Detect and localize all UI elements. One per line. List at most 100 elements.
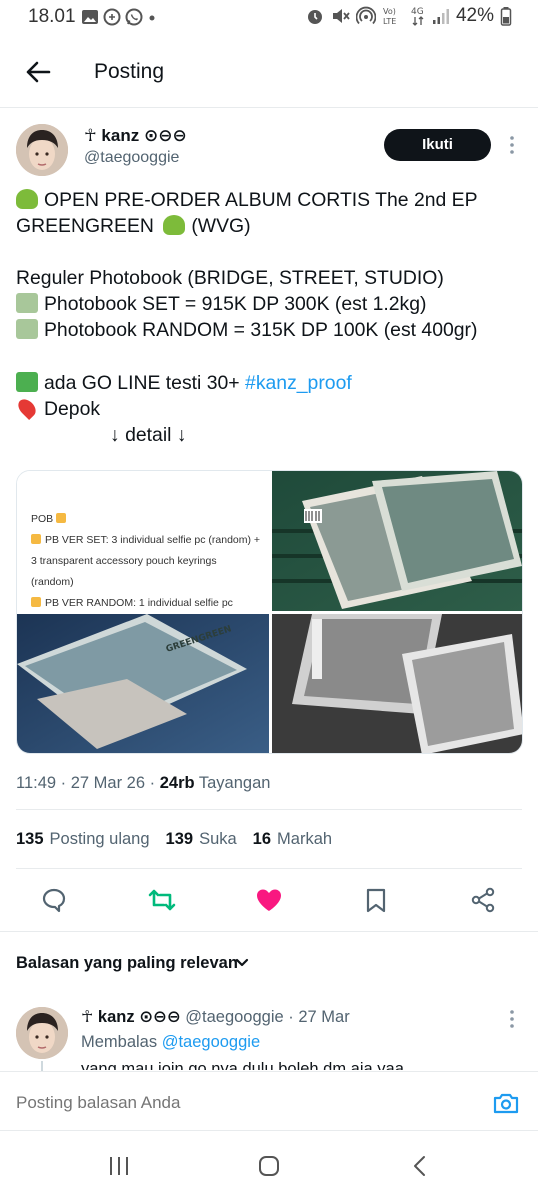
bookmark-button[interactable] (361, 885, 391, 915)
reply-date: 27 Mar (298, 1008, 350, 1026)
message-icon (103, 8, 121, 26)
reposts-stat[interactable]: 135 Posting ulang (16, 830, 150, 849)
mute-icon (332, 9, 350, 23)
author-prefix-symbol: ☥ (84, 126, 97, 145)
battery-text: 42% (455, 5, 494, 26)
replying-to: Membalas @taegooggie (81, 1033, 261, 1051)
reply-button[interactable] (39, 885, 69, 915)
more-vertical-icon (510, 136, 514, 154)
signal-icon (432, 9, 449, 24)
post-line: Photobook SET = 915K DP 300K (est 1.2kg) (16, 291, 526, 317)
media-tile-album-blue[interactable]: GREENGREEN (17, 614, 269, 753)
pob-title: POB (31, 509, 261, 530)
camera-icon (493, 1093, 519, 1114)
reply-header: ☥ kanz ⊙⊖⊖ @taegooggie · 27 Mar (81, 1008, 350, 1026)
home-button[interactable] (249, 1151, 289, 1181)
post-date: 27 Mar 26 (70, 774, 146, 792)
system-icons: Vo) LTE 4G 42% (306, 5, 512, 27)
media-tile-album-green[interactable] (272, 471, 522, 611)
hotspot-icon (355, 6, 376, 25)
more-options-button[interactable] (502, 135, 522, 155)
home-icon (259, 1156, 279, 1176)
arrow-left-icon (26, 61, 51, 83)
network-4g-icon: 4G (411, 7, 424, 26)
system-back-button[interactable] (400, 1151, 440, 1181)
reply-author-avatar[interactable] (16, 1007, 68, 1059)
recent-apps-button[interactable] (99, 1151, 139, 1181)
post-line: Reguler Photobook (BRIDGE, STREET, STUDI… (16, 267, 444, 290)
money-icon (16, 319, 38, 340)
repost-button[interactable] (147, 885, 177, 915)
post-line: ↓ detail ↓ (110, 423, 187, 446)
page-title: Posting (94, 60, 165, 83)
reply-sort-label[interactable]: Balasan yang paling relevan (16, 954, 238, 973)
heart-filled-icon (257, 889, 281, 911)
reply-author-name[interactable]: ☥ kanz ⊙⊖⊖ (81, 1008, 181, 1026)
turtle-icon (16, 189, 38, 209)
follow-button[interactable]: Ikuti (384, 129, 491, 161)
check-mark-icon (16, 371, 38, 392)
svg-text:Vo): Vo) (383, 7, 396, 16)
alarm-icon (307, 10, 322, 24)
volte-icon: Vo)LTE (383, 7, 396, 26)
bookmarks-stat[interactable]: 16 Markah (253, 830, 332, 849)
album-photo (272, 471, 522, 611)
post-line: Depok (14, 395, 526, 422)
author-name[interactable]: ☥ kanz ⊙⊖⊖ (84, 126, 187, 146)
post-meta: 11:49 · 27 Mar 26 · 24rb Tayangan (16, 774, 271, 792)
meta-divider (16, 809, 522, 810)
author-handle[interactable]: @taegooggie (84, 149, 179, 167)
avatar-image (16, 124, 68, 176)
post-line: GREENGREEN (WVG) (16, 215, 251, 238)
avatar-image (16, 1007, 68, 1059)
album-photo (272, 614, 522, 753)
post-line: ada GO LINE testi 30+ #kanz_proof (16, 370, 526, 396)
pin-icon (14, 395, 40, 420)
reply-sort-dropdown[interactable] (234, 955, 250, 976)
svg-text:4G: 4G (411, 7, 424, 17)
share-icon (471, 887, 495, 913)
reply-more-options-button[interactable] (502, 1009, 522, 1034)
system-nav-bar (0, 1131, 538, 1199)
chevron-down-icon (235, 958, 249, 967)
views-label: Tayangan (198, 774, 271, 792)
repost-icon (148, 889, 176, 911)
status-bar: 18.01 Vo) LTE 4G 42% (0, 0, 538, 36)
author-name-text: kanz (101, 126, 140, 145)
stats-divider (16, 868, 522, 869)
bookmark-icon (366, 888, 386, 913)
reply-text: yang mau join go nya dulu boleh dm aja y… (81, 1060, 404, 1070)
media-tile-pob[interactable]: POB PB VER SET: 3 individual selfie pc (… (17, 471, 269, 611)
recent-apps-icon (110, 1157, 128, 1175)
views-count: 24rb (159, 774, 195, 792)
share-button[interactable] (468, 885, 498, 915)
camera-button[interactable] (492, 1090, 520, 1121)
header-divider (0, 107, 538, 108)
app-header: Posting (0, 44, 538, 100)
replying-to-handle[interactable]: @taegooggie (162, 1033, 260, 1051)
notification-icons (81, 8, 157, 26)
reply-author-handle[interactable]: @taegooggie (185, 1008, 283, 1026)
pob-random-text: PB VER RANDOM: 1 individual selfie pc (31, 593, 261, 611)
author-avatar[interactable] (16, 124, 68, 176)
reply-icon (42, 888, 66, 913)
back-button[interactable] (18, 52, 58, 92)
post-stats: 135 Posting ulang 139 Suka 16 Markah (16, 830, 332, 849)
gallery-icon (82, 10, 98, 24)
like-button[interactable] (254, 885, 284, 915)
media-grid: POB PB VER SET: 3 individual selfie pc (… (16, 470, 523, 754)
thread-line (41, 1061, 43, 1071)
actions-divider (0, 931, 538, 932)
money-icon (16, 293, 38, 314)
post-text: OPEN PRE-ORDER ALBUM CORTIS The 2nd EP G… (14, 187, 526, 448)
dot-icon (149, 15, 155, 21)
media-tile-album-gray[interactable] (272, 614, 522, 753)
post-line: OPEN PRE-ORDER ALBUM CORTIS The 2nd EP (16, 187, 526, 213)
pob-set-text: PB VER SET: 3 individual selfie pc (rand… (31, 534, 261, 588)
hashtag-link[interactable]: #kanz_proof (245, 372, 352, 394)
post-line: Photobook RANDOM = 315K DP 100K (est 400… (16, 317, 526, 343)
whatsapp-icon (125, 8, 143, 26)
likes-stat[interactable]: 139 Suka (166, 830, 237, 849)
reply-input[interactable] (16, 1093, 456, 1113)
chevron-left-icon (414, 1156, 425, 1176)
